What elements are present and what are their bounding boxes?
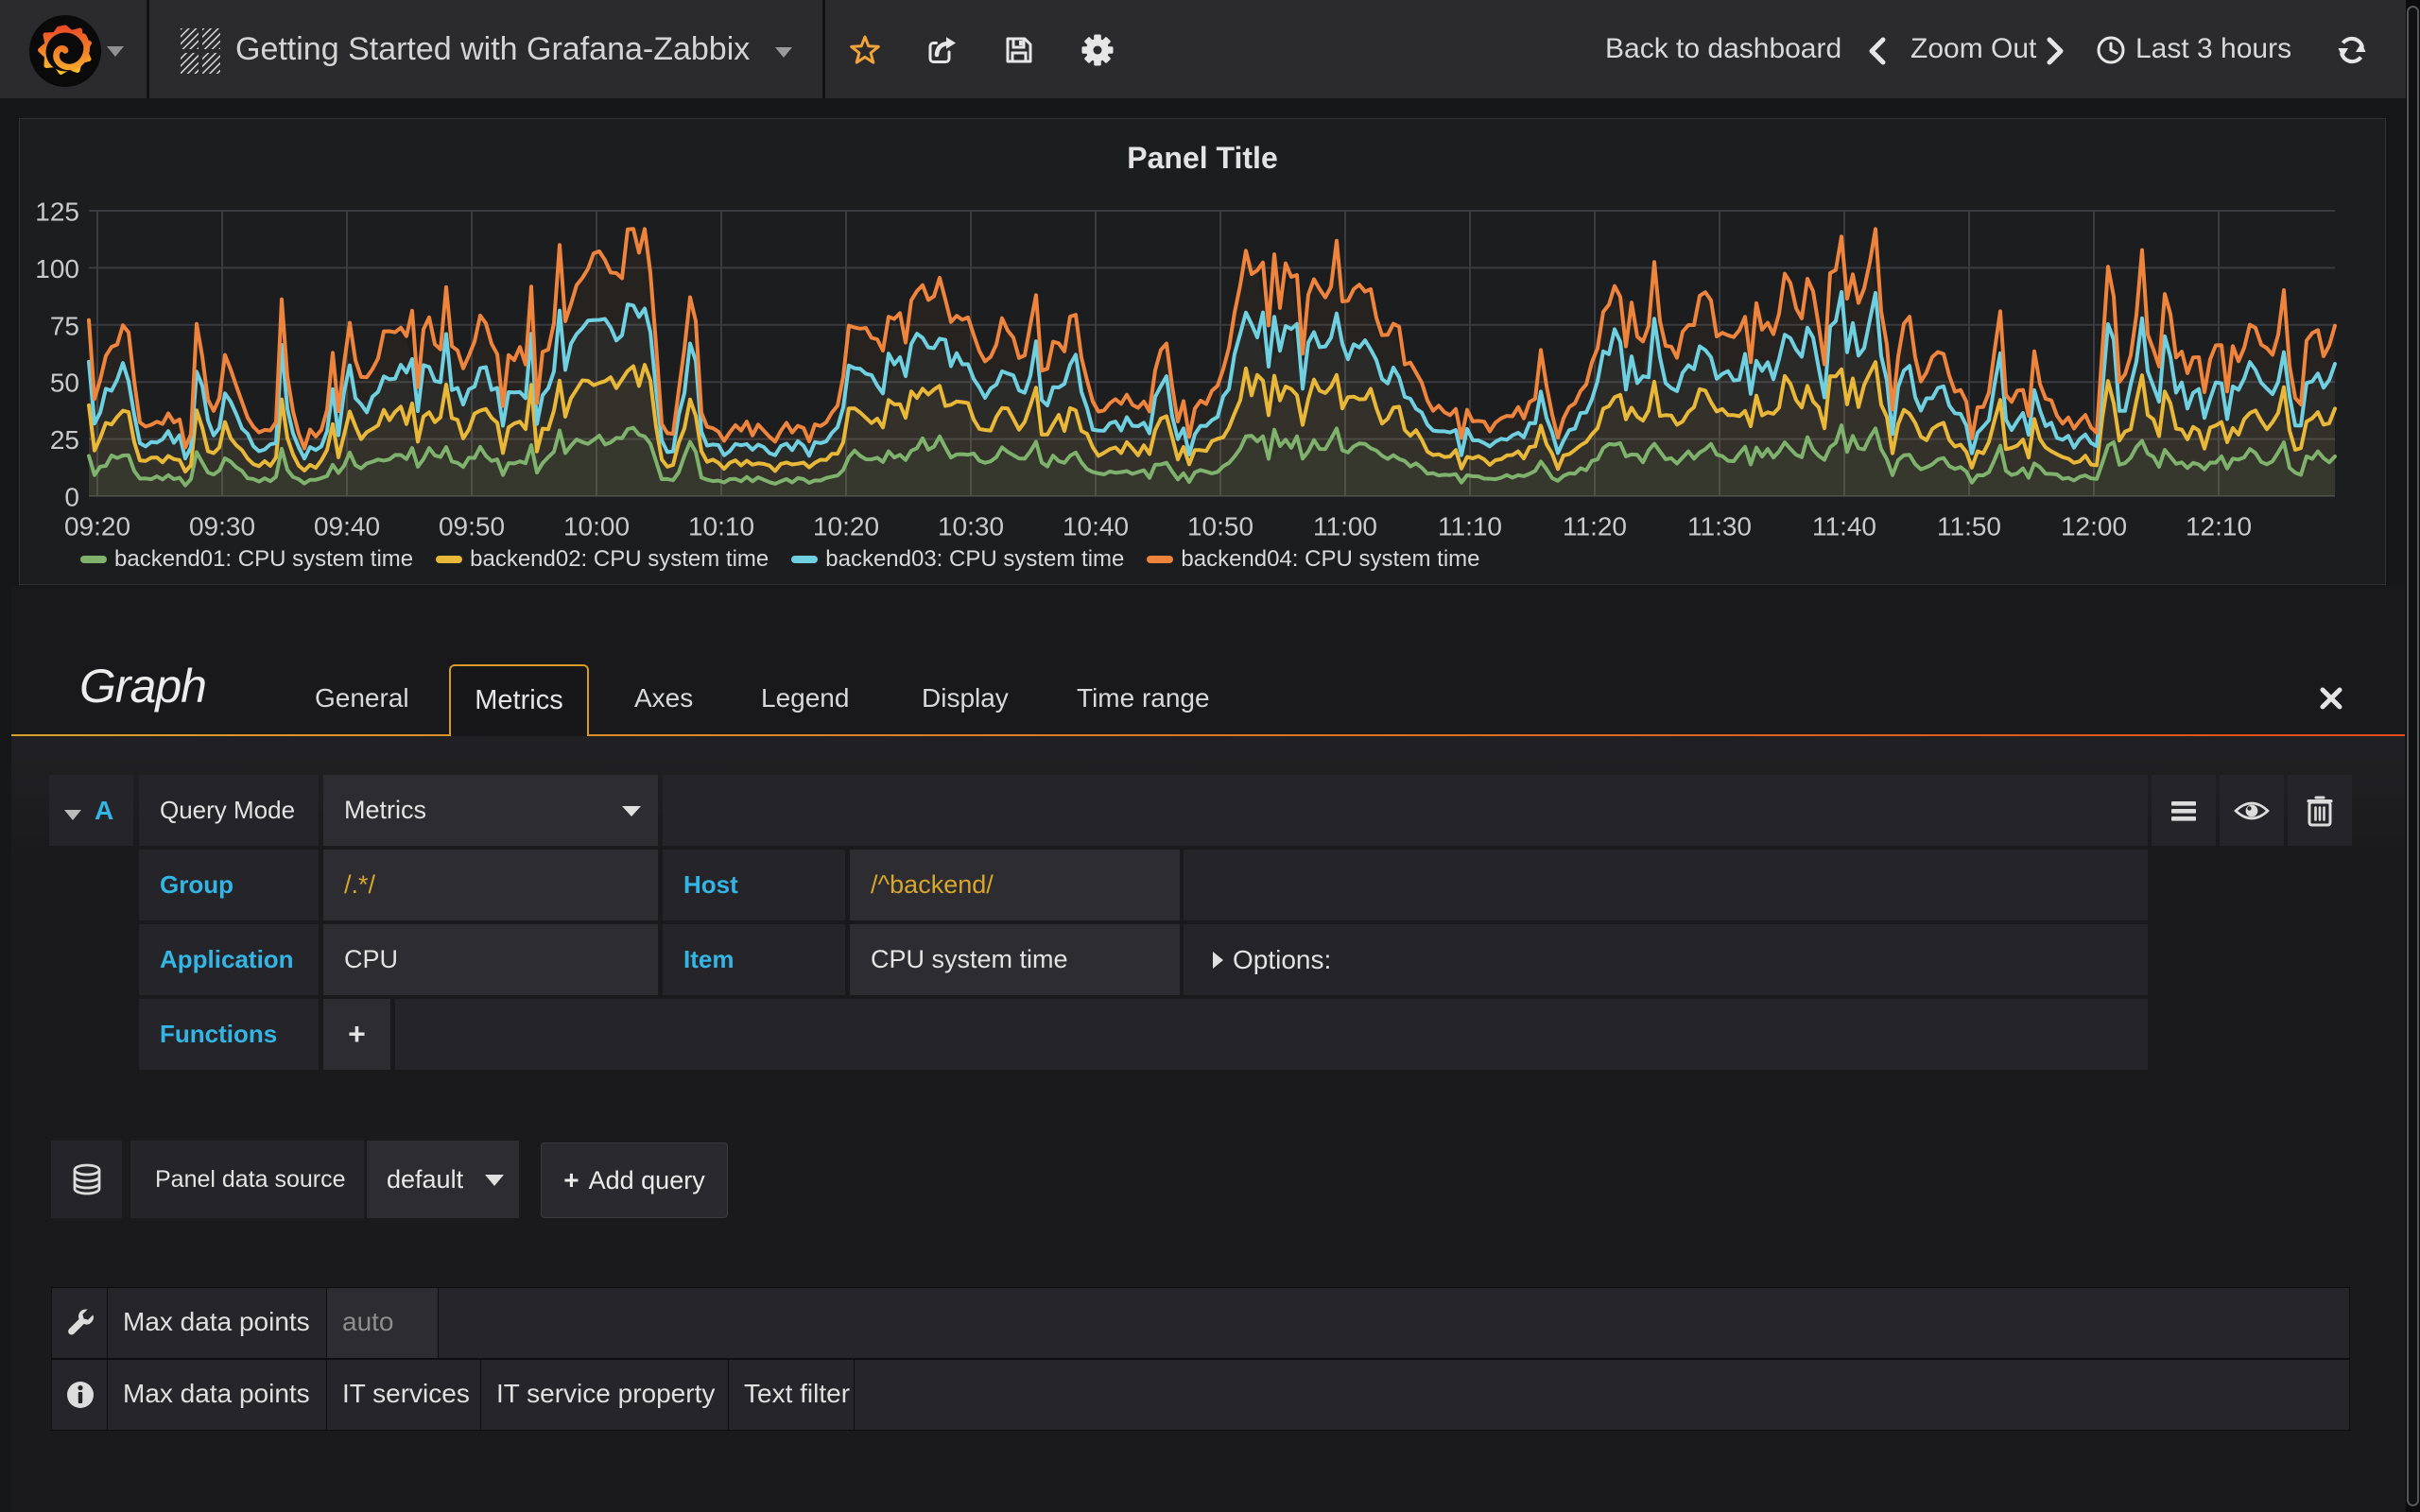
svg-text:125: 125: [35, 198, 79, 227]
svg-text:09:40: 09:40: [314, 512, 380, 541]
svg-text:11:00: 11:00: [1313, 512, 1377, 541]
svg-text:11:40: 11:40: [1812, 512, 1876, 541]
svg-text:11:10: 11:10: [1438, 512, 1502, 541]
svg-text:10:50: 10:50: [1187, 512, 1253, 541]
svg-text:09:50: 09:50: [439, 512, 505, 541]
svg-text:0: 0: [64, 483, 79, 512]
svg-text:10:40: 10:40: [1063, 512, 1129, 541]
svg-text:10:30: 10:30: [938, 512, 1004, 541]
svg-text:75: 75: [50, 311, 79, 340]
svg-text:100: 100: [35, 254, 79, 284]
svg-text:10:10: 10:10: [688, 512, 754, 541]
svg-text:11:50: 11:50: [1937, 512, 2001, 541]
svg-text:09:20: 09:20: [64, 512, 130, 541]
svg-text:12:10: 12:10: [2186, 512, 2252, 541]
svg-text:10:20: 10:20: [813, 512, 879, 541]
svg-text:50: 50: [50, 369, 79, 398]
svg-text:11:20: 11:20: [1563, 512, 1627, 541]
svg-text:25: 25: [50, 425, 79, 455]
svg-text:09:30: 09:30: [189, 512, 255, 541]
svg-text:10:00: 10:00: [563, 512, 630, 541]
svg-text:12:00: 12:00: [2061, 512, 2127, 541]
svg-text:11:30: 11:30: [1687, 512, 1752, 541]
